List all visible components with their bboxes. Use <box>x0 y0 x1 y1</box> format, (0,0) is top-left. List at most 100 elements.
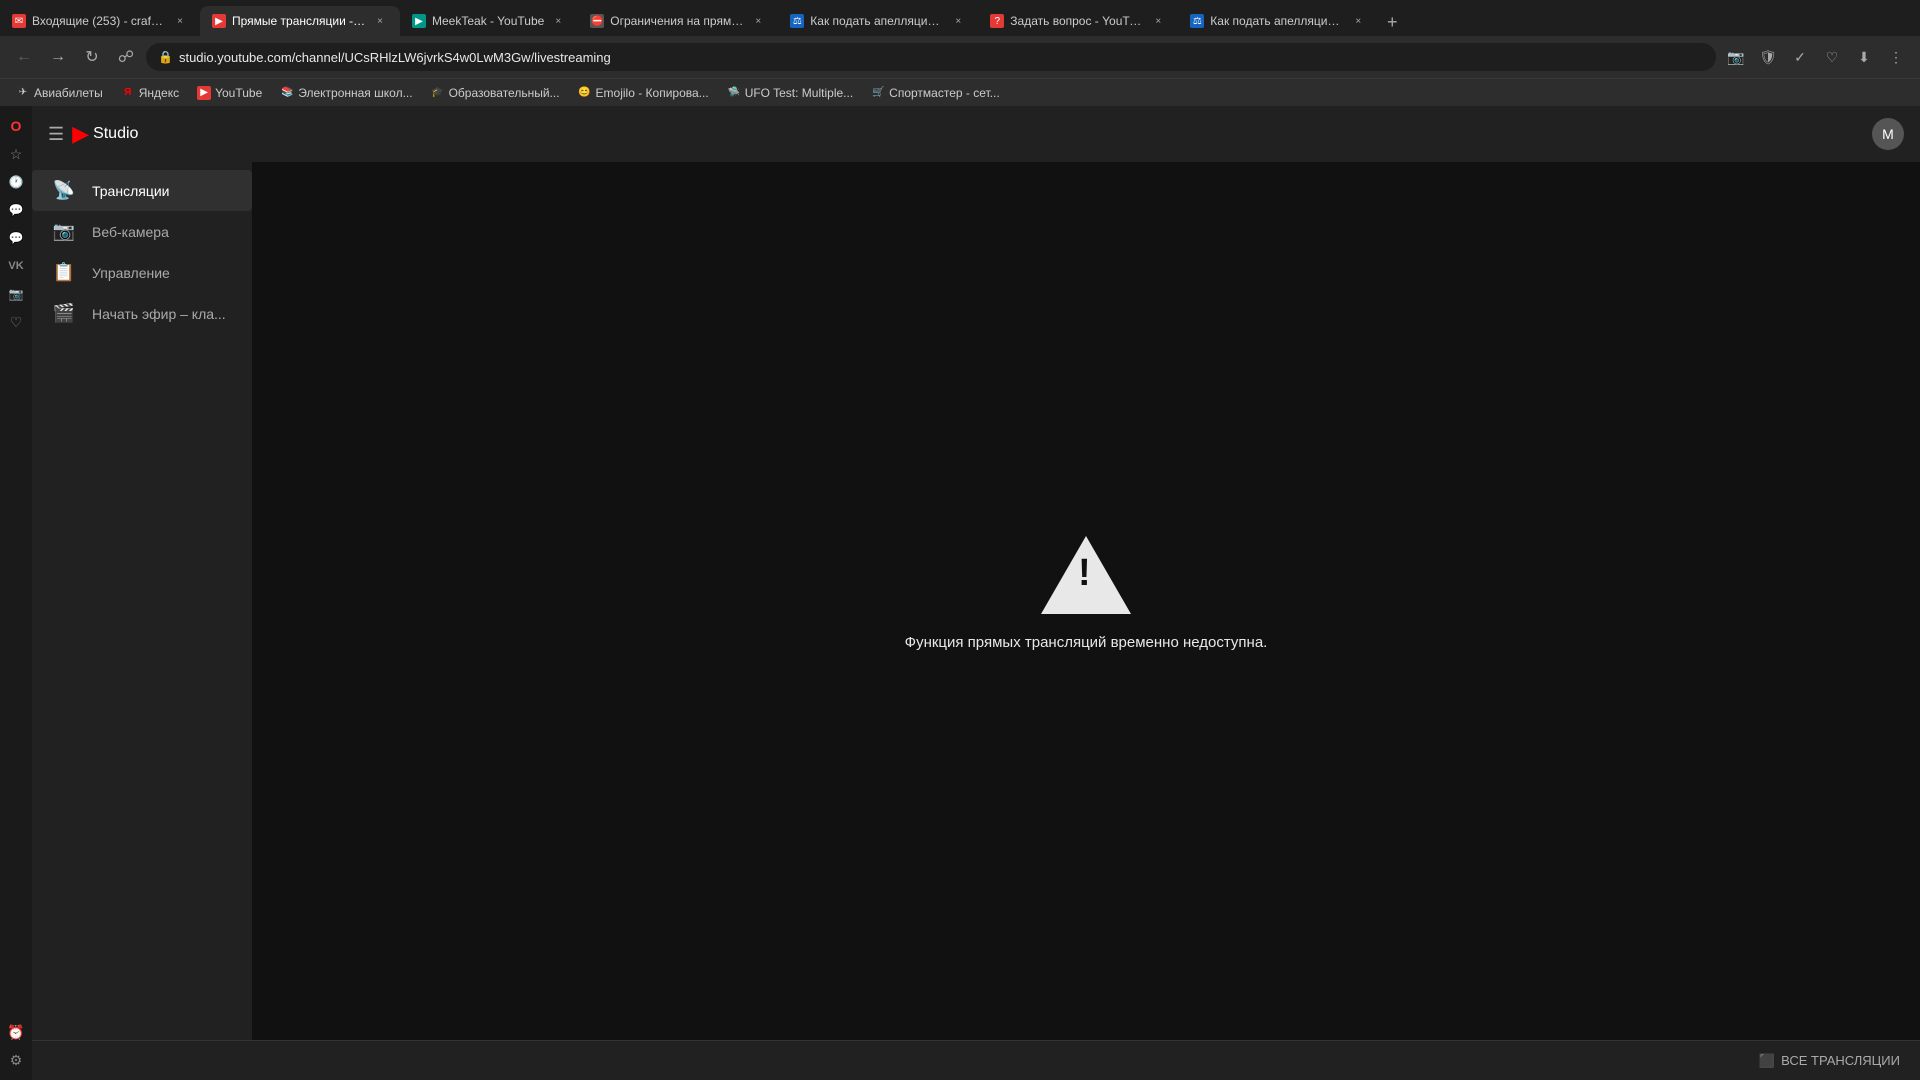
sidebar-item-webcam[interactable]: 📷 Веб-камера <box>32 211 252 252</box>
tab-5-close[interactable]: × <box>950 13 966 29</box>
bookmark-youtube-favicon: ▶ <box>197 86 211 100</box>
golive-label: Начать эфир – кла... <box>92 306 226 322</box>
yt-topbar: М <box>252 106 1920 162</box>
opera-logo-icon[interactable]: O <box>4 114 28 138</box>
bookmark-yandex[interactable]: Я Яндекс <box>113 82 187 104</box>
streams-label: Трансляции <box>92 183 169 199</box>
home-button[interactable]: ☍ <box>112 43 140 71</box>
opera-messenger-icon[interactable]: 💬 <box>4 198 28 222</box>
bookmark-youtube[interactable]: ▶ YouTube <box>189 82 270 104</box>
yt-sidebar-header: ☰ ▶ Studio <box>32 106 252 162</box>
camera-button[interactable]: 📷 <box>1722 43 1750 71</box>
yt-main-content: Функция прямых трансляций временно недос… <box>252 106 1920 1080</box>
golive-icon: 🎬 <box>52 303 76 324</box>
tab-2-close[interactable]: × <box>372 13 388 29</box>
tab-5[interactable]: ⚖ Как подать апелляцию н... × <box>778 6 978 36</box>
yt-sidebar: ☰ ▶ Studio 📡 Трансляции 📷 Веб-камера 📋 У… <box>32 106 252 1080</box>
tab-5-favicon: ⚖ <box>790 14 804 28</box>
bookmark-youtube-label: YouTube <box>215 86 262 100</box>
tab-1-favicon: ✉ <box>12 14 26 28</box>
tab-7-favicon: ⚖ <box>1190 14 1204 28</box>
opera-vk-icon[interactable]: VK <box>4 254 28 278</box>
tab-7-close[interactable]: × <box>1350 13 1366 29</box>
tab-6-title: Задать вопрос - YouTube... <box>1010 14 1144 28</box>
tab-7-title: Как подать апелляцию н... <box>1210 14 1344 28</box>
new-tab-button[interactable]: + <box>1378 8 1406 36</box>
tab-2-favicon: ▶ <box>212 14 226 28</box>
bookmark-emojilo-label: Emojilo - Копирова... <box>596 86 709 100</box>
refresh-button[interactable]: ↻ <box>78 43 106 71</box>
opera-whatsapp-icon[interactable]: 💬 <box>4 226 28 250</box>
yt-bottom-bar: ⬛ ВСЕ ТРАНСЛЯЦИИ <box>32 1040 1920 1080</box>
heart-button[interactable]: ♡ <box>1818 43 1846 71</box>
opera-history-icon[interactable]: 🕐 <box>4 170 28 194</box>
tab-4-title: Ограничения на прямые ... <box>610 14 744 28</box>
bookmark-ufo-label: UFO Test: Multiple... <box>745 86 853 100</box>
bookmark-edu[interactable]: 🎓 Образовательный... <box>423 82 568 104</box>
yt-sidebar-menu: 📡 Трансляции 📷 Веб-камера 📋 Управление 🎬… <box>32 162 252 1040</box>
tab-1[interactable]: ✉ Входящие (253) - craft.tv... × <box>0 6 200 36</box>
nav-right-buttons: 📷 🛡 ✓ ♡ ⬇ ⋮ <box>1722 43 1910 71</box>
lock-icon: 🔒 <box>158 50 173 64</box>
hamburger-menu-icon[interactable]: ☰ <box>48 124 64 145</box>
navigation-bar: ← → ↻ ☍ 🔒 studio.youtube.com/channel/UCs… <box>0 36 1920 78</box>
tab-2[interactable]: ▶ Прямые трансляции - Yo... × <box>200 6 400 36</box>
bookmark-ufo[interactable]: 🛸 UFO Test: Multiple... <box>719 82 861 104</box>
opera-settings-icon[interactable]: ⚙ <box>4 1048 28 1072</box>
unavailable-message: Функция прямых трансляций временно недос… <box>905 634 1268 651</box>
bookmark-aviabilety[interactable]: ✈ Авиабилеты <box>8 82 111 104</box>
download-button[interactable]: ⬇ <box>1850 43 1878 71</box>
bookmark-yandex-favicon: Я <box>121 86 135 100</box>
forward-button[interactable]: → <box>44 43 72 71</box>
tab-6-close[interactable]: × <box>1150 13 1166 29</box>
manage-icon: 📋 <box>52 262 76 283</box>
tab-4-close[interactable]: × <box>750 13 766 29</box>
sidebar-item-golive[interactable]: 🎬 Начать эфир – кла... <box>32 293 252 334</box>
tab-5-title: Как подать апелляцию н... <box>810 14 944 28</box>
bookmark-sportmaster[interactable]: 🛒 Спортмастер - сет... <box>863 82 1007 104</box>
opera-sidebar: O ☆ 🕐 💬 💬 VK 📷 ♡ ⏰ ⚙ <box>0 106 32 1080</box>
tab-4[interactable]: ⛔ Ограничения на прямые ... × <box>578 6 778 36</box>
bookmark-eshkola-favicon: 📚 <box>280 86 294 100</box>
tab-1-close[interactable]: × <box>172 13 188 29</box>
check-button[interactable]: ✓ <box>1786 43 1814 71</box>
all-streams-button[interactable]: ⬛ ВСЕ ТРАНСЛЯЦИИ <box>1759 1053 1900 1069</box>
tab-1-title: Входящие (253) - craft.tv... <box>32 14 166 28</box>
shield-button[interactable]: 🛡 <box>1754 43 1782 71</box>
bookmark-eshkola[interactable]: 📚 Электронная школ... <box>272 82 420 104</box>
opera-bookmarks-icon[interactable]: ☆ <box>4 142 28 166</box>
more-button[interactable]: ⋮ <box>1882 43 1910 71</box>
bookmark-yandex-label: Яндекс <box>139 86 179 100</box>
bookmark-sportmaster-favicon: 🛒 <box>871 86 885 100</box>
yt-studio-container: ☰ ▶ Studio 📡 Трансляции 📷 Веб-камера 📋 У… <box>32 106 1920 1080</box>
bookmark-eshkola-label: Электронная школ... <box>298 86 412 100</box>
user-avatar[interactable]: М <box>1872 118 1904 150</box>
tab-3[interactable]: ▶ MeekTeak - YouTube × <box>400 6 578 36</box>
sidebar-item-manage[interactable]: 📋 Управление <box>32 252 252 293</box>
bookmarks-bar: ✈ Авиабилеты Я Яндекс ▶ YouTube 📚 Электр… <box>0 78 1920 106</box>
opera-clock-icon[interactable]: ⏰ <box>4 1020 28 1044</box>
streams-icon: 📡 <box>52 180 76 201</box>
tab-7[interactable]: ⚖ Как подать апелляцию н... × <box>1178 6 1378 36</box>
bookmark-emojilo[interactable]: 😊 Emojilo - Копирова... <box>570 82 717 104</box>
tab-3-favicon: ▶ <box>412 14 426 28</box>
sidebar-item-streams[interactable]: 📡 Трансляции <box>32 170 252 211</box>
address-bar[interactable]: 🔒 studio.youtube.com/channel/UCsRHlzLW6j… <box>146 43 1716 71</box>
yt-studio-logo: ▶ Studio <box>72 121 138 147</box>
manage-label: Управление <box>92 265 170 281</box>
bookmark-emojilo-favicon: 😊 <box>578 86 592 100</box>
tab-3-title: MeekTeak - YouTube <box>432 14 544 28</box>
tab-bar: ✉ Входящие (253) - craft.tv... × ▶ Прямы… <box>0 0 1920 36</box>
yt-studio-logo-text: Studio <box>93 125 138 143</box>
tab-6[interactable]: ? Задать вопрос - YouTube... × <box>978 6 1178 36</box>
all-streams-label: ВСЕ ТРАНСЛЯЦИИ <box>1781 1053 1900 1068</box>
tab-6-favicon: ? <box>990 14 1004 28</box>
tab-3-close[interactable]: × <box>550 13 566 29</box>
opera-heart-icon[interactable]: ♡ <box>4 310 28 334</box>
bookmark-ufo-favicon: 🛸 <box>727 86 741 100</box>
opera-instagram-icon[interactable]: 📷 <box>4 282 28 306</box>
back-button[interactable]: ← <box>10 43 38 71</box>
bookmark-sportmaster-label: Спортмастер - сет... <box>889 86 999 100</box>
bookmark-edu-label: Образовательный... <box>449 86 560 100</box>
address-text: studio.youtube.com/channel/UCsRHlzLW6jvr… <box>179 50 611 65</box>
